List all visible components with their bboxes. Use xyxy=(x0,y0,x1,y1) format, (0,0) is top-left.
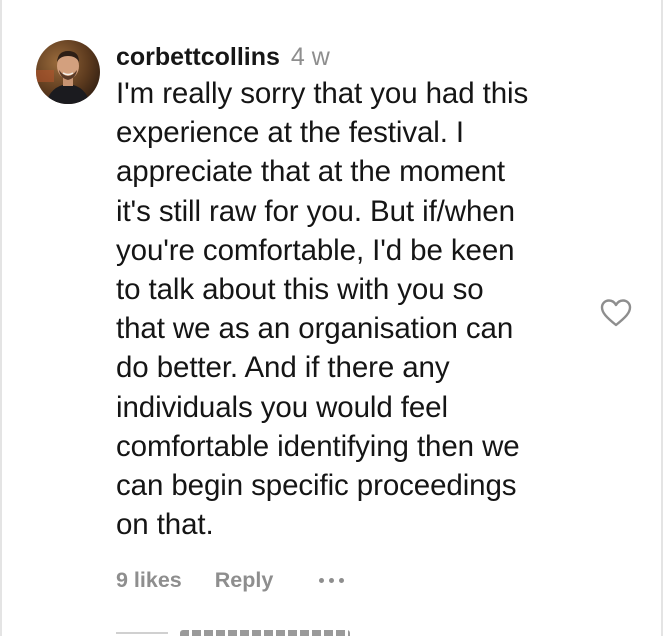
heart-icon xyxy=(600,299,632,327)
more-dot-icon xyxy=(319,577,325,583)
more-dot-icon xyxy=(339,577,345,583)
clipped-replies-text xyxy=(180,630,350,636)
more-options-button[interactable] xyxy=(319,577,345,583)
user-avatar[interactable] xyxy=(36,40,100,104)
avatar-photo-icon xyxy=(36,40,100,104)
comment-text: I'm really sorry that you had this exper… xyxy=(116,77,529,542)
likes-count[interactable]: 9 likes xyxy=(116,568,182,593)
clipped-previous-content xyxy=(302,0,324,6)
clipped-view-replies[interactable] xyxy=(116,628,366,636)
more-dot-icon xyxy=(329,577,335,583)
comment-panel: corbettcollins 4 w I'm really sorry that… xyxy=(0,0,663,636)
like-button[interactable] xyxy=(600,298,632,328)
comment-timestamp[interactable]: 4 w xyxy=(291,43,330,71)
comment-username[interactable]: corbettcollins xyxy=(116,43,280,71)
comment-meta: corbettcollins 4 w xyxy=(116,40,586,74)
comment-actions: 9 likes Reply xyxy=(116,565,345,595)
comment-content: corbettcollins 4 w I'm really sorry that… xyxy=(116,40,586,544)
replies-divider xyxy=(116,632,168,634)
reply-button[interactable]: Reply xyxy=(215,568,274,593)
